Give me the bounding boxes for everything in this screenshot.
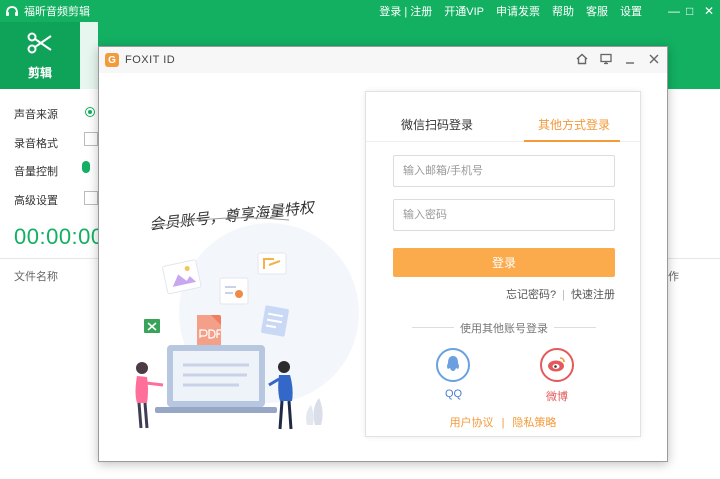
- register-link[interactable]: 快速注册: [571, 289, 615, 301]
- close-icon[interactable]: ✕: [704, 4, 714, 18]
- monitor-icon[interactable]: [599, 52, 613, 66]
- email-field[interactable]: [393, 155, 615, 187]
- advanced-settings-label: 高级设置: [14, 195, 58, 207]
- weibo-icon: [547, 355, 567, 376]
- volume-control-label: 音量控制: [14, 166, 58, 178]
- login-tabs: 微信扫码登录 其他方式登录: [366, 92, 640, 142]
- password-input[interactable]: [394, 200, 614, 230]
- tool-cut[interactable]: 剪辑: [0, 22, 80, 89]
- foxit-logo-icon: G: [105, 53, 119, 67]
- app-title-bar: 福昕音频剪辑 登录 | 注册 开通VIP 申请发票 帮助 客服 设置 — □ ✕: [0, 0, 720, 22]
- privacy-policy-link[interactable]: 隐私策略: [512, 417, 556, 429]
- dialog-minimize-icon[interactable]: [623, 52, 637, 66]
- tab-other-login[interactable]: 其他方式登录: [538, 116, 610, 133]
- qq-login-button[interactable]: [436, 348, 470, 382]
- active-tab-indicator: [524, 140, 620, 142]
- password-field[interactable]: [393, 199, 615, 231]
- promo-illustration: 会员账号，尊享海量特权: [99, 73, 361, 461]
- illustration-art: [135, 217, 359, 430]
- audio-source-label: 声音来源: [14, 109, 58, 121]
- scissors-icon: [26, 31, 54, 58]
- login-button[interactable]: 登录: [393, 248, 615, 277]
- user-agreement-link[interactable]: 用户协议: [450, 417, 494, 429]
- forgot-password-link[interactable]: 忘记密码?: [506, 289, 556, 301]
- maximize-icon[interactable]: □: [686, 4, 693, 18]
- other-accounts-heading: 使用其他账号登录: [412, 320, 596, 336]
- qq-icon: [444, 354, 462, 377]
- qq-label: QQ: [445, 388, 463, 400]
- tab-wechat-login[interactable]: 微信扫码登录: [401, 116, 473, 133]
- app-logo-icon: [4, 3, 20, 19]
- menu-login-register[interactable]: 登录 | 注册: [379, 3, 432, 19]
- record-format-select[interactable]: [84, 132, 98, 146]
- legal-separator: |: [501, 417, 505, 429]
- record-timer: 00:00:00: [14, 224, 104, 249]
- record-format-label: 录音格式: [14, 138, 58, 150]
- tool-record[interactable]: [80, 22, 98, 89]
- advanced-settings-checkbox[interactable]: [84, 191, 98, 205]
- menu-invoice[interactable]: 申请发票: [496, 3, 540, 19]
- menu-service[interactable]: 客服: [586, 3, 608, 19]
- link-separator: |: [562, 289, 565, 301]
- weibo-login-button[interactable]: [540, 348, 574, 382]
- column-file-name: 文件名称: [14, 271, 58, 283]
- weibo-label: 微博: [546, 391, 568, 403]
- minimize-icon[interactable]: —: [668, 4, 680, 18]
- email-input[interactable]: [394, 156, 614, 186]
- app-menu: 登录 | 注册 开通VIP 申请发票 帮助 客服 设置: [367, 0, 642, 22]
- legal-links: 用户协议 | 隐私策略: [366, 414, 640, 430]
- column-action: 作: [668, 271, 679, 283]
- app-title: 福昕音频剪辑: [24, 6, 90, 18]
- tool-cut-label: 剪辑: [27, 65, 52, 80]
- menu-settings[interactable]: 设置: [620, 3, 642, 19]
- home-icon[interactable]: [575, 52, 589, 66]
- menu-vip[interactable]: 开通VIP: [444, 3, 484, 19]
- audio-source-radio[interactable]: [85, 107, 95, 117]
- account-links: 忘记密码? | 快速注册: [366, 286, 615, 302]
- menu-help[interactable]: 帮助: [552, 3, 574, 19]
- dialog-close-icon[interactable]: [647, 52, 661, 66]
- foxit-id-dialog: G FOXIT ID 会员账号，尊享海量特权 微信扫码登录 其他方式登录 输入邮…: [98, 46, 668, 462]
- dialog-title: FOXIT ID: [125, 54, 176, 66]
- dialog-title-bar: G FOXIT ID: [99, 47, 667, 73]
- microphone-icon: [82, 161, 90, 173]
- login-panel: 微信扫码登录 其他方式登录 登录 忘记密码?|快速注册 使用其他账号登录 QQ …: [365, 91, 641, 437]
